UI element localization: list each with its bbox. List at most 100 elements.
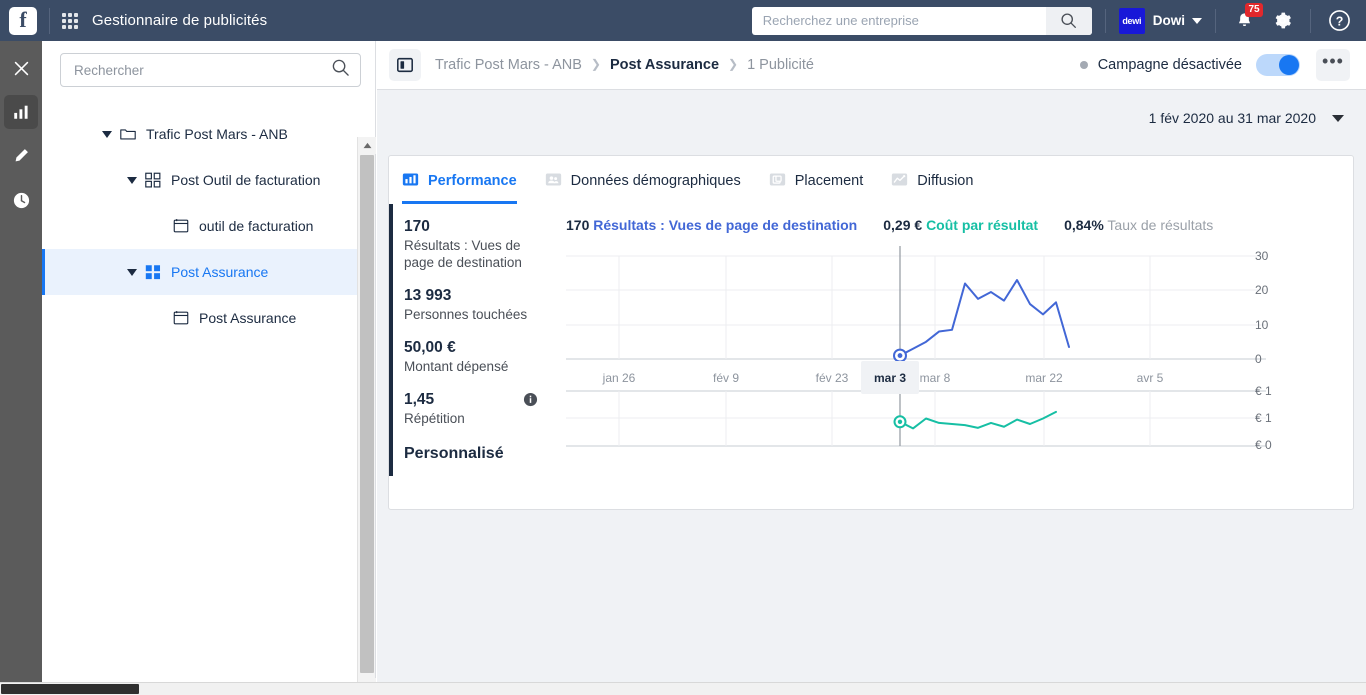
account-name[interactable]: Dowi xyxy=(1153,13,1185,28)
divider xyxy=(1104,8,1106,33)
performance-card: Performance Données démographiques Place… xyxy=(388,155,1354,510)
adset-grid-icon xyxy=(144,171,162,189)
app-title: Gestionnaire de publicités xyxy=(92,12,268,29)
legend-value: 170 xyxy=(566,217,590,233)
legend-item-cost[interactable]: 0,29 € Coût par résultat xyxy=(883,217,1038,233)
breadcrumb-separator: ❯ xyxy=(590,57,601,71)
clock-icon xyxy=(13,192,29,208)
y-axis-label: 10 xyxy=(1255,318,1269,332)
date-range-row: 1 fév 2020 au 31 mar 2020 xyxy=(377,90,1366,146)
horizontal-scrollbar-thumb[interactable] xyxy=(1,684,139,694)
metric-label: Résultats : Vues de page de destination xyxy=(404,238,522,270)
facebook-logo[interactable]: f xyxy=(9,6,37,35)
metric-spend[interactable]: 50,00 € Montant dépensé xyxy=(404,337,544,375)
placement-icon xyxy=(769,171,786,192)
tree-item-label: Post Assurance xyxy=(199,310,297,326)
legend-label: Taux de résultats xyxy=(1107,217,1214,233)
top-navigation-bar: f Gestionnaire de publicités dewi Dowi 7… xyxy=(0,0,1366,41)
metric-label: Personnes touchées xyxy=(404,307,528,322)
business-search[interactable] xyxy=(751,6,1092,35)
metric-value: 13 993 xyxy=(404,287,452,304)
metric-reach[interactable]: 13 993 Personnes touchées xyxy=(404,285,544,323)
triangle-down-icon[interactable] xyxy=(127,176,137,184)
tree-row-adset-2[interactable]: Post Assurance xyxy=(42,249,357,295)
bar-chart-icon xyxy=(402,171,419,192)
breadcrumb-item-ads[interactable]: 1 Publicité xyxy=(747,57,814,73)
info-circle-icon[interactable] xyxy=(523,392,538,412)
search-button[interactable] xyxy=(1045,6,1092,35)
tree-row-adset-1[interactable]: Post Outil de facturation xyxy=(42,157,357,203)
business-logo[interactable]: dewi xyxy=(1118,7,1145,34)
horizontal-scrollbar[interactable] xyxy=(0,682,1366,695)
sidebar-search-input[interactable] xyxy=(72,61,331,79)
x-axis-tick: mar 22 xyxy=(1025,371,1063,385)
left-icon-rail xyxy=(0,41,42,695)
notifications-button[interactable]: 75 xyxy=(1229,2,1263,36)
legend-item-results[interactable]: 170 Résultats : Vues de page de destinat… xyxy=(566,217,857,233)
chevron-down-icon[interactable] xyxy=(1192,17,1202,24)
notification-badge: 75 xyxy=(1245,2,1263,17)
campaign-toggle[interactable] xyxy=(1256,54,1300,76)
legend-value: 0,84% xyxy=(1064,217,1104,233)
scroll-up-button[interactable] xyxy=(358,137,376,154)
tab-label: Diffusion xyxy=(917,173,974,189)
legend-label: Résultats : Vues de page de destination xyxy=(593,217,858,233)
chart-plot-area: 30 20 10 0 € 1 € 1 € 0 jan 26 fév 9 fév … xyxy=(566,246,1301,476)
sidebar-scrollbar[interactable] xyxy=(357,137,376,695)
tree-row-ad-1[interactable]: outil de facturation xyxy=(42,203,357,249)
history-rail-button[interactable] xyxy=(4,183,38,217)
breadcrumb-item-campaign[interactable]: Trafic Post Mars - ANB xyxy=(435,57,582,73)
x-axis-tick: fév 23 xyxy=(815,371,849,385)
ad-card-icon xyxy=(172,309,190,327)
y-axis-label-top: 30 xyxy=(1255,249,1269,263)
gear-icon xyxy=(1275,12,1291,29)
status-dot-icon xyxy=(1079,61,1088,69)
svg-text:?: ? xyxy=(1335,14,1343,28)
sidebar-panel: Trafic Post Mars - ANB Post Outil de fac… xyxy=(42,41,376,695)
metric-label: Montant dépensé xyxy=(404,359,509,374)
x-axis-tick: jan 26 xyxy=(602,371,636,385)
side-panel-toggle-button[interactable] xyxy=(389,49,421,81)
divider xyxy=(1215,8,1216,33)
y-axis-label-cost: € 1 xyxy=(1255,384,1272,398)
top-bar-right-group: dewi Dowi 75 ? xyxy=(751,0,1366,41)
y-axis-label: 0 xyxy=(1255,352,1262,366)
x-axis-tick: fév 9 xyxy=(712,371,740,385)
settings-button[interactable] xyxy=(1267,6,1297,36)
tab-demographics[interactable]: Données démographiques xyxy=(545,158,741,204)
scrollbar-thumb[interactable] xyxy=(360,155,374,673)
main-content: Trafic Post Mars - ANB ❯ Post Assurance … xyxy=(377,41,1366,695)
metric-value: 170 xyxy=(404,218,430,235)
campaign-status-label: Campagne désactivée xyxy=(1097,57,1242,73)
search-input[interactable] xyxy=(760,7,1037,34)
chart-pane: 170 Résultats : Vues de page de destinat… xyxy=(544,204,1353,476)
metric-results[interactable]: 170 Résultats : Vues de page de destinat… xyxy=(404,216,544,271)
tab-placement[interactable]: Placement xyxy=(769,158,863,204)
metric-frequency[interactable]: 1,45 Répétition xyxy=(404,389,544,427)
people-icon xyxy=(545,171,562,192)
apps-grid-icon[interactable] xyxy=(62,12,78,29)
close-icon-button[interactable] xyxy=(4,51,38,85)
breadcrumb-item-adset[interactable]: Post Assurance xyxy=(610,57,719,73)
date-range-label[interactable]: 1 fév 2020 au 31 mar 2020 xyxy=(1149,110,1316,126)
more-options-button[interactable]: ••• xyxy=(1316,49,1350,81)
legend-item-rate[interactable]: 0,84% Taux de résultats xyxy=(1064,217,1213,233)
triangle-down-icon[interactable] xyxy=(127,268,137,276)
campaign-status-group: Campagne désactivée ••• xyxy=(1079,49,1350,81)
toggle-knob xyxy=(1279,55,1299,75)
tree-row-ad-2[interactable]: Post Assurance xyxy=(42,295,357,341)
chevron-down-icon[interactable] xyxy=(1332,114,1344,122)
search-icon xyxy=(331,58,350,82)
charts-rail-button[interactable] xyxy=(4,95,38,129)
ad-card-icon xyxy=(172,217,190,235)
help-button[interactable]: ? xyxy=(1324,6,1354,36)
tree-row-campaign[interactable]: Trafic Post Mars - ANB xyxy=(42,111,357,157)
sidebar-search[interactable] xyxy=(60,53,361,87)
metric-value: 50,00 € xyxy=(404,339,456,356)
tab-delivery[interactable]: Diffusion xyxy=(891,158,973,204)
triangle-down-icon[interactable] xyxy=(102,130,112,138)
tab-performance[interactable]: Performance xyxy=(402,158,517,204)
x-axis-tick: mar 8 xyxy=(919,371,951,385)
metric-label: Répétition xyxy=(404,411,465,426)
edit-rail-button[interactable] xyxy=(4,139,38,173)
